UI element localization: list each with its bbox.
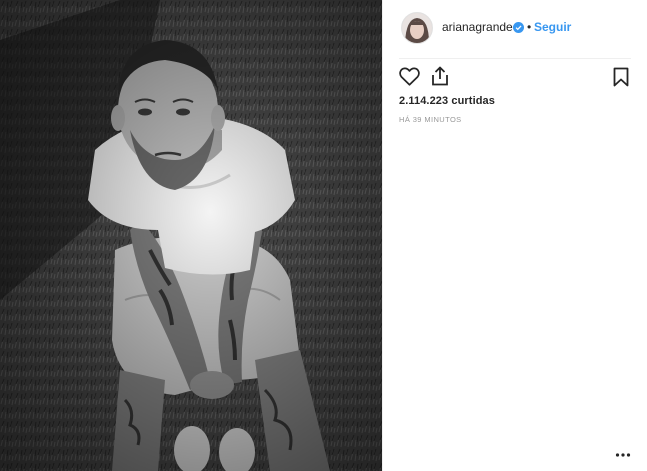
separator-dot: • — [527, 20, 532, 34]
bookmark-icon[interactable] — [613, 67, 629, 87]
share-icon[interactable] — [431, 66, 449, 86]
verified-badge-icon — [513, 22, 524, 33]
heart-icon[interactable] — [399, 67, 420, 86]
follow-button[interactable]: Seguir — [534, 20, 571, 34]
post-photo-illustration — [0, 0, 382, 471]
post-header: arianagrande • Seguir — [383, 0, 647, 58]
username-link[interactable]: arianagrande — [442, 20, 513, 34]
avatar-image — [402, 13, 432, 43]
header-divider — [399, 58, 631, 59]
post-side-panel: arianagrande • Seguir 2.114.223 curtidas… — [383, 0, 647, 471]
post-timestamp[interactable]: HÁ 39 MINUTOS — [399, 115, 462, 124]
likes-count[interactable]: 2.114.223 curtidas — [399, 95, 495, 107]
avatar[interactable] — [401, 12, 433, 44]
more-options-icon[interactable] — [615, 452, 631, 458]
post-photo[interactable] — [0, 0, 382, 471]
